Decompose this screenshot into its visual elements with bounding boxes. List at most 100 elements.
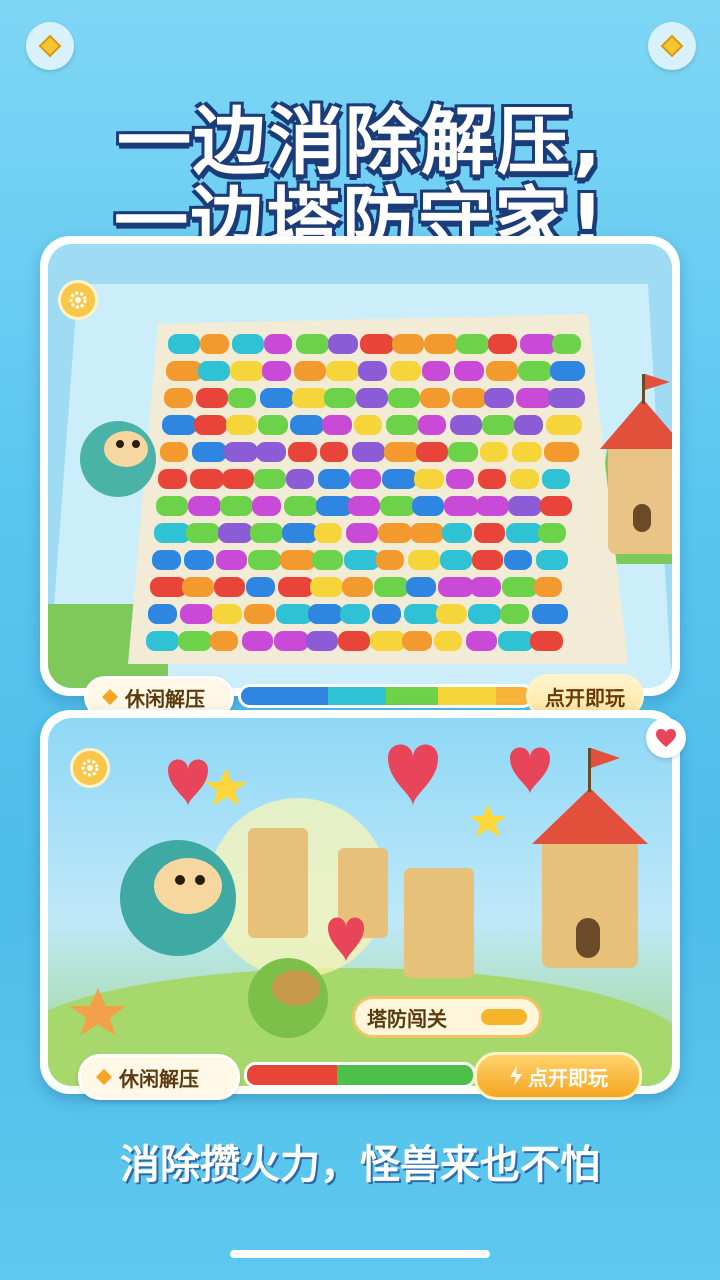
worm-segment bbox=[188, 496, 221, 516]
worm-segment bbox=[346, 523, 378, 543]
worm-segment bbox=[246, 577, 275, 597]
bar-segment-red bbox=[247, 1065, 338, 1085]
worm-segment bbox=[518, 361, 552, 381]
worm-segment bbox=[534, 577, 562, 597]
worm-segment bbox=[220, 496, 253, 516]
worm-segment bbox=[452, 388, 487, 408]
worm-segment bbox=[322, 415, 352, 435]
worm-segment bbox=[288, 442, 317, 462]
worm-segment bbox=[290, 415, 324, 435]
worm-segment bbox=[412, 496, 444, 516]
worm-segment bbox=[504, 550, 532, 570]
worm-segment bbox=[476, 496, 509, 516]
worm-segment bbox=[448, 442, 478, 462]
worm-segment bbox=[224, 442, 258, 462]
worm-segment bbox=[328, 334, 358, 354]
worm-segment bbox=[470, 577, 501, 597]
worm-segment bbox=[200, 334, 229, 354]
worm-segment bbox=[370, 631, 406, 651]
worm-segment bbox=[408, 550, 440, 570]
worm-segment bbox=[466, 631, 497, 651]
worm-segment bbox=[314, 523, 342, 543]
worm-segment bbox=[442, 523, 472, 543]
worm-segment bbox=[276, 604, 313, 624]
worm-segment bbox=[478, 469, 506, 489]
worm-segment bbox=[500, 604, 529, 624]
worm-segment bbox=[384, 442, 420, 462]
worm-segment bbox=[414, 469, 444, 489]
stage-label-text: 塔防闯关 bbox=[367, 1006, 447, 1031]
worm-segment bbox=[420, 388, 450, 408]
worm-segment bbox=[548, 388, 585, 408]
worm-segment bbox=[340, 604, 370, 624]
right-corner-button[interactable] bbox=[648, 22, 696, 70]
worm-segment bbox=[436, 604, 467, 624]
puzzle-scene bbox=[48, 244, 672, 688]
worm-segment bbox=[192, 442, 227, 462]
worm-segment bbox=[194, 415, 227, 435]
worm-segment bbox=[360, 334, 394, 354]
worm-segment bbox=[512, 442, 542, 462]
worm-segment bbox=[190, 469, 224, 489]
play-now-label: 点开即玩 bbox=[545, 685, 625, 710]
puzzle-card[interactable] bbox=[40, 236, 680, 696]
worm-segment bbox=[154, 523, 191, 543]
worm-segment bbox=[350, 469, 381, 489]
settings-button[interactable] bbox=[70, 748, 110, 788]
worm-segment bbox=[372, 604, 401, 624]
worm-segment bbox=[402, 631, 432, 651]
worm-segment bbox=[306, 631, 338, 651]
worm-segment bbox=[506, 523, 543, 543]
worm-segment bbox=[148, 604, 177, 624]
settings-button[interactable] bbox=[58, 280, 98, 320]
defense-card[interactable] bbox=[40, 710, 680, 1094]
defense-progress-bar bbox=[244, 1062, 476, 1088]
worm-segment bbox=[450, 415, 482, 435]
heart-badge[interactable] bbox=[646, 718, 686, 758]
worm-segment bbox=[468, 604, 501, 624]
worm-segment bbox=[508, 496, 542, 516]
worm-segment bbox=[516, 388, 552, 408]
home-indicator[interactable] bbox=[230, 1250, 490, 1258]
worm-segment bbox=[416, 442, 448, 462]
worm-segment bbox=[294, 361, 326, 381]
worm-segment bbox=[164, 388, 193, 408]
worm-segment bbox=[520, 334, 557, 354]
worm-segment bbox=[180, 604, 213, 624]
worm-segment bbox=[242, 631, 273, 651]
gear-icon bbox=[81, 759, 99, 777]
worm-segment bbox=[404, 604, 441, 624]
worm-segment bbox=[392, 334, 424, 354]
worm-segment bbox=[244, 604, 275, 624]
worm-segment bbox=[446, 469, 474, 489]
bar-segment-1 bbox=[241, 687, 328, 705]
worm-segment bbox=[308, 604, 343, 624]
bar-segment-4 bbox=[438, 687, 497, 705]
worm-segment bbox=[388, 388, 420, 408]
worm-segment bbox=[444, 496, 479, 516]
worm-segment bbox=[168, 334, 200, 354]
play-now-button[interactable]: 点开即玩 bbox=[474, 1052, 642, 1100]
worm-segment bbox=[498, 631, 534, 651]
worm-segment bbox=[474, 523, 505, 543]
worm-segment bbox=[162, 415, 197, 435]
worm-segment bbox=[282, 523, 318, 543]
worm-segment bbox=[264, 334, 292, 354]
worm-segment bbox=[230, 361, 264, 381]
worm-segment bbox=[222, 469, 254, 489]
worm-segment bbox=[310, 577, 343, 597]
worm-segment bbox=[212, 604, 242, 624]
left-corner-button[interactable] bbox=[26, 22, 74, 70]
worm-segment bbox=[456, 334, 489, 354]
stage-label[interactable]: 塔防闯关 bbox=[352, 996, 542, 1038]
diamond-icon bbox=[96, 1069, 112, 1085]
worm-segment bbox=[530, 631, 563, 651]
worm-segment bbox=[440, 550, 472, 570]
worm-segment bbox=[318, 469, 350, 489]
worm-segment bbox=[438, 577, 474, 597]
worm-segment bbox=[374, 577, 409, 597]
worm-segment bbox=[540, 496, 572, 516]
heart-icon bbox=[656, 729, 676, 747]
worm-segment bbox=[348, 496, 380, 516]
worm-segment bbox=[178, 631, 212, 651]
